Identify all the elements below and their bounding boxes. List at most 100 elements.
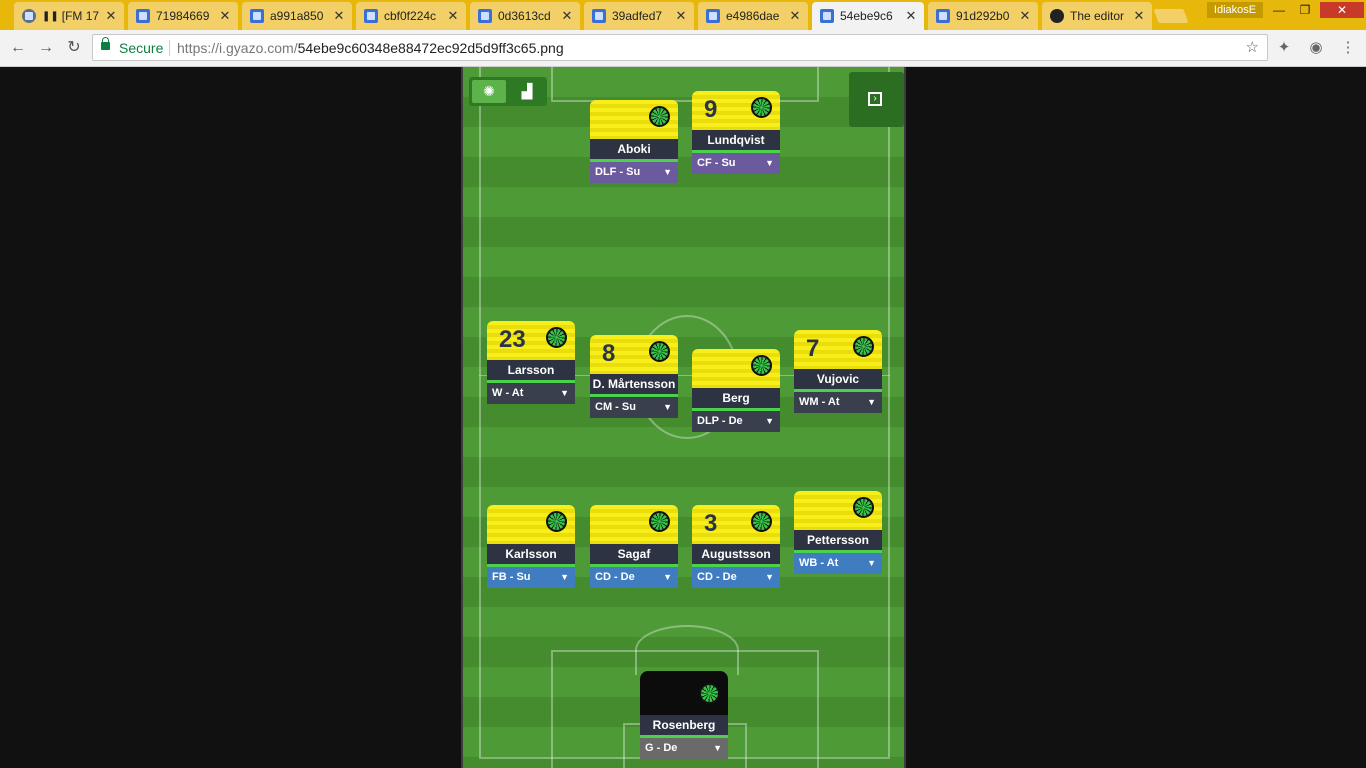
close-icon[interactable]: ✕	[674, 8, 688, 24]
side-panel-button[interactable]: ›	[849, 72, 904, 127]
role-label: DLF - Su	[595, 166, 641, 178]
player-name: Vujovic	[794, 369, 882, 389]
tab-6[interactable]: e4986dae ✕	[698, 2, 808, 30]
minimize-icon[interactable]: —	[1266, 2, 1292, 18]
role-dropdown[interactable]: DLP - De ▼	[692, 411, 780, 432]
role-label: CM - Su	[595, 401, 636, 413]
player-card-karlsson[interactable]: Karlsson FB - Su ▼	[487, 505, 575, 588]
tab-7[interactable]: 54ebe9c6 ✕	[812, 2, 924, 30]
role-dropdown[interactable]: CD - De ▼	[590, 567, 678, 588]
condition-icon	[649, 341, 670, 362]
tab-title: e4986dae	[726, 9, 780, 23]
close-icon[interactable]: ✕	[332, 8, 346, 24]
player-card-sagaf[interactable]: Sagaf CD - De ▼	[590, 505, 678, 588]
tab-2[interactable]: a991a850 ✕	[242, 2, 352, 30]
expand-panel-icon: ›	[868, 92, 882, 106]
extension-icon[interactable]: ✦	[1274, 38, 1294, 58]
role-label: WM - At	[799, 396, 840, 408]
role-dropdown[interactable]: CM - Su ▼	[590, 397, 678, 418]
player-name: Pettersson	[794, 530, 882, 550]
role-dropdown[interactable]: FB - Su ▼	[487, 567, 575, 588]
gyazo-icon	[136, 9, 150, 23]
condition-icon	[546, 327, 567, 348]
forward-icon[interactable]: →	[36, 38, 56, 58]
menu-icon[interactable]: ⋮	[1338, 38, 1358, 58]
shirt	[794, 491, 882, 530]
shirt-number: 7	[806, 335, 820, 362]
player-card-martensson[interactable]: 8 D. Mårtensson CM - Su ▼	[590, 335, 678, 418]
close-icon[interactable]: ✕	[218, 8, 232, 24]
close-icon[interactable]: ✕	[104, 8, 118, 24]
bookmark-star-icon[interactable]: ☆	[1246, 38, 1259, 56]
back-icon[interactable]: ←	[8, 38, 28, 58]
close-icon[interactable]: ✕	[446, 8, 460, 24]
maximize-icon[interactable]: ❐	[1292, 2, 1318, 18]
role-label: DLP - De	[697, 415, 743, 427]
close-icon[interactable]: ✕	[1018, 8, 1032, 24]
tab-4[interactable]: 0d3613cd ✕	[470, 2, 580, 30]
role-dropdown[interactable]: CF - Su ▼	[692, 153, 780, 174]
role-dropdown[interactable]: CD - De ▼	[692, 567, 780, 588]
role-dropdown[interactable]: DLF - Su ▼	[590, 162, 678, 183]
role-dropdown[interactable]: W - At ▼	[487, 383, 575, 404]
close-icon[interactable]: ✕	[560, 8, 574, 24]
player-card-vujovic[interactable]: 7 Vujovic WM - At ▼	[794, 330, 882, 413]
shirt	[640, 671, 728, 715]
caret-down-icon: ▼	[663, 402, 672, 412]
secure-label: Secure	[119, 40, 164, 56]
caret-down-icon: ▼	[765, 416, 774, 426]
player-card-berg[interactable]: Berg DLP - De ▼	[692, 349, 780, 432]
role-label: WB - At	[799, 557, 839, 569]
lock-icon	[101, 37, 110, 50]
reload-icon[interactable]: ↻	[64, 38, 84, 58]
player-name: Aboki	[590, 139, 678, 159]
player-card-augustsson[interactable]: 3 Augustsson CD - De ▼	[692, 505, 780, 588]
tab-1[interactable]: 71984669 ✕	[128, 2, 238, 30]
player-name: Lundqvist	[692, 130, 780, 150]
profile-button[interactable]: IdiakosE	[1207, 2, 1263, 18]
extension-2-icon[interactable]: ◉	[1306, 38, 1326, 58]
gyazo-icon	[820, 9, 834, 23]
new-tab-button[interactable]	[1153, 9, 1189, 23]
player-card-rosenberg[interactable]: Rosenberg G - De ▼	[640, 671, 728, 759]
shirt: 9	[692, 91, 780, 130]
tab-9[interactable]: The editor ✕	[1042, 2, 1152, 30]
role-dropdown[interactable]: WM - At ▼	[794, 392, 882, 413]
shirt	[590, 505, 678, 544]
role-dropdown[interactable]: WB - At ▼	[794, 553, 882, 574]
player-name: Rosenberg	[640, 715, 728, 735]
player-card-lundqvist[interactable]: 9 Lundqvist CF - Su ▼	[692, 91, 780, 174]
tab-title: [FM 17	[61, 9, 100, 23]
shirt: 3	[692, 505, 780, 544]
url-path: 54ebe9c60348e88472ec92d5d9ff3c65.png	[297, 40, 564, 56]
close-icon[interactable]: ✕	[904, 8, 918, 24]
close-icon[interactable]: ✕	[1132, 8, 1146, 24]
role-label: CD - De	[595, 571, 635, 583]
url-host: https://i.gyazo.com/	[177, 40, 298, 56]
close-window-icon[interactable]: ✕	[1320, 2, 1364, 18]
tab-3[interactable]: cbf0f224c ✕	[356, 2, 466, 30]
pitch-icon[interactable]: ✺	[472, 80, 506, 103]
close-icon[interactable]: ✕	[788, 8, 802, 24]
shirt	[590, 100, 678, 139]
gyazo-icon	[592, 9, 606, 23]
player-card-larsson[interactable]: 23 Larsson W - At ▼	[487, 321, 575, 404]
tab-title: 54ebe9c6	[840, 9, 893, 23]
gyazo-icon	[250, 9, 264, 23]
condition-icon	[751, 511, 772, 532]
player-card-pettersson[interactable]: Pettersson WB - At ▼	[794, 491, 882, 574]
shirt-number: 23	[499, 326, 526, 353]
bar-chart-icon[interactable]: ▟	[510, 80, 544, 103]
player-card-aboki[interactable]: Aboki DLF - Su ▼	[590, 100, 678, 183]
caret-down-icon: ▼	[560, 388, 569, 398]
role-dropdown[interactable]: G - De ▼	[640, 738, 728, 759]
tab-0[interactable]: ❚❚ [FM 17 ✕	[14, 2, 124, 30]
address-bar[interactable]: Secure https://i.gyazo.com/54ebe9c60348e…	[92, 34, 1268, 61]
player-name: Larsson	[487, 360, 575, 380]
gyazo-icon	[478, 9, 492, 23]
tab-5[interactable]: 39adfed7 ✕	[584, 2, 694, 30]
url-text[interactable]: https://i.gyazo.com/54ebe9c60348e88472ec…	[177, 40, 564, 56]
tab-8[interactable]: 91d292b0 ✕	[928, 2, 1038, 30]
role-label: CF - Su	[697, 157, 736, 169]
gyazo-icon	[364, 9, 378, 23]
